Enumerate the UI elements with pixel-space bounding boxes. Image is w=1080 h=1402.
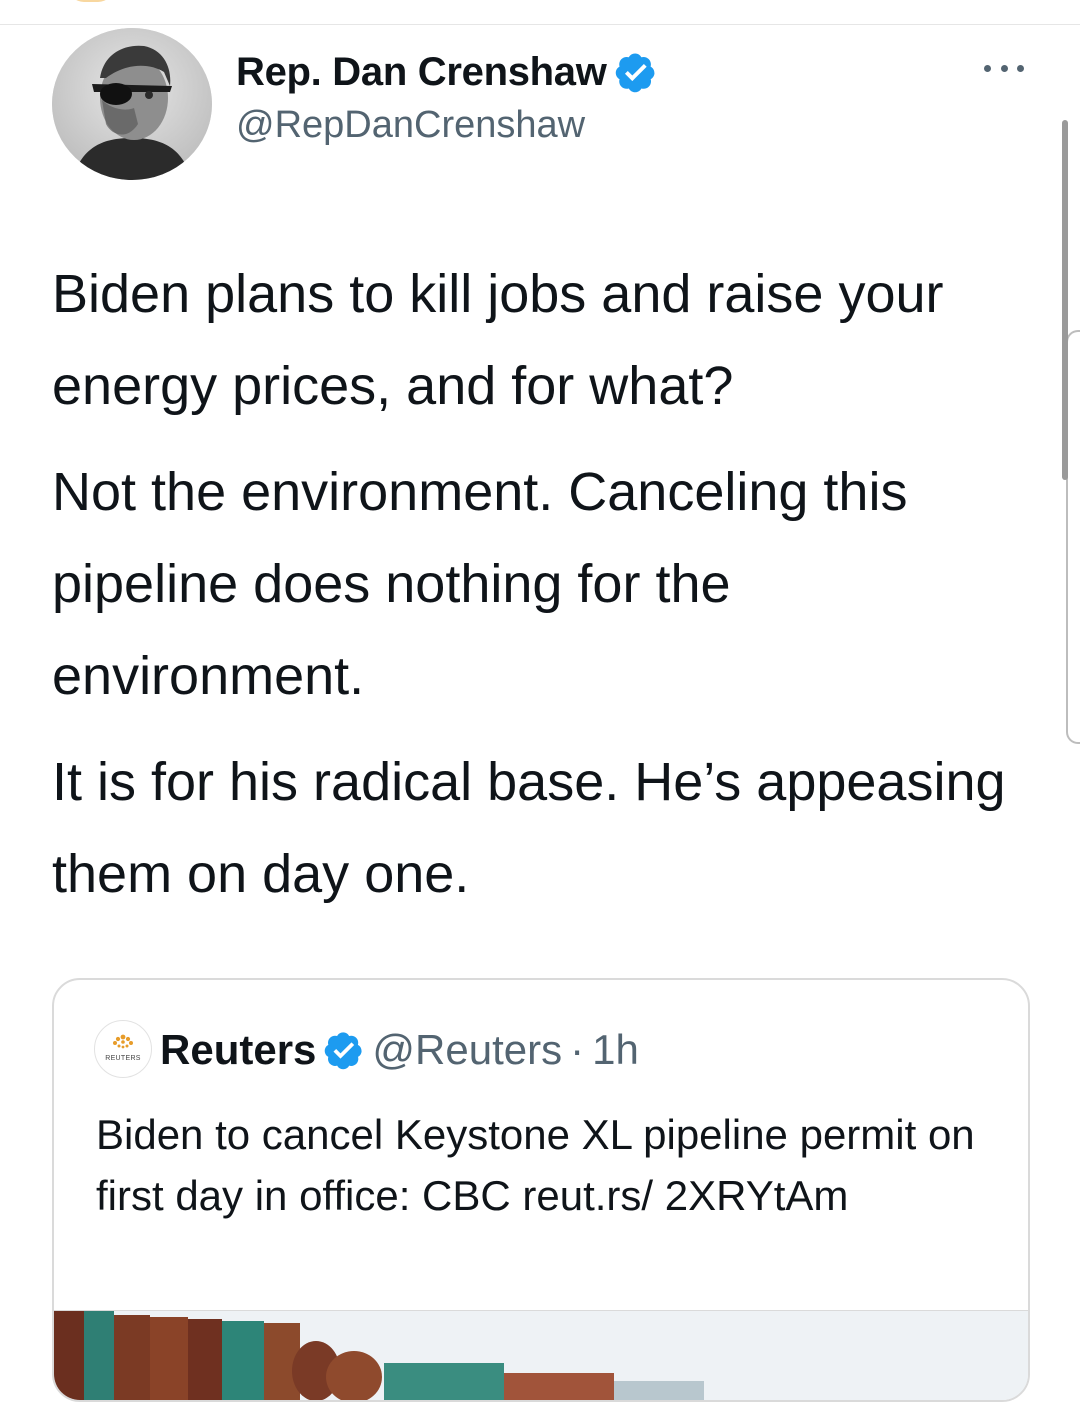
meta-separator: · (570, 1026, 585, 1073)
top-divider (0, 24, 1080, 25)
quoted-handle[interactable]: @Reuters (372, 1026, 562, 1074)
scrollbar-thumb[interactable] (1062, 120, 1068, 480)
reuters-logo: REUTERS (94, 1020, 152, 1078)
quoted-display-name[interactable]: Reuters (160, 1026, 316, 1074)
tweet-paragraph: Not the environment. Canceling this pipe… (52, 462, 908, 706)
tweet-paragraph: Biden plans to kill jobs and raise your … (52, 264, 944, 416)
reuters-logo-text: REUTERS (105, 1055, 141, 1062)
tweet-paragraph: It is for his radical base. He’s appeasi… (52, 752, 1006, 904)
tweet-text: Biden plans to kill jobs and raise your … (52, 248, 1012, 934)
more-options-icon[interactable] (984, 58, 1024, 78)
author-avatar[interactable] (52, 28, 212, 180)
verified-badge-icon (615, 51, 657, 93)
author-handle[interactable]: @RepDanCrenshaw (236, 104, 585, 147)
scrollbar-edge[interactable] (1066, 330, 1080, 744)
quoted-timestamp[interactable]: 1h (592, 1026, 639, 1074)
quoted-tweet-text: Biden to cancel Keystone XL pipeline per… (96, 1111, 975, 1219)
author-display-name[interactable]: Rep. Dan Crenshaw (236, 50, 607, 95)
author-name-row: Rep. Dan Crenshaw (236, 44, 657, 100)
quoted-tweet-image[interactable] (54, 1310, 1028, 1400)
verified-badge-icon (324, 1030, 364, 1070)
quoted-tweet-card[interactable]: REUTERS Reuters @Reuters · 1h Biden to c… (52, 978, 1030, 1402)
top-partial-shape (68, 0, 114, 2)
quoted-tweet-header: Reuters @Reuters · 1h (160, 1020, 639, 1080)
